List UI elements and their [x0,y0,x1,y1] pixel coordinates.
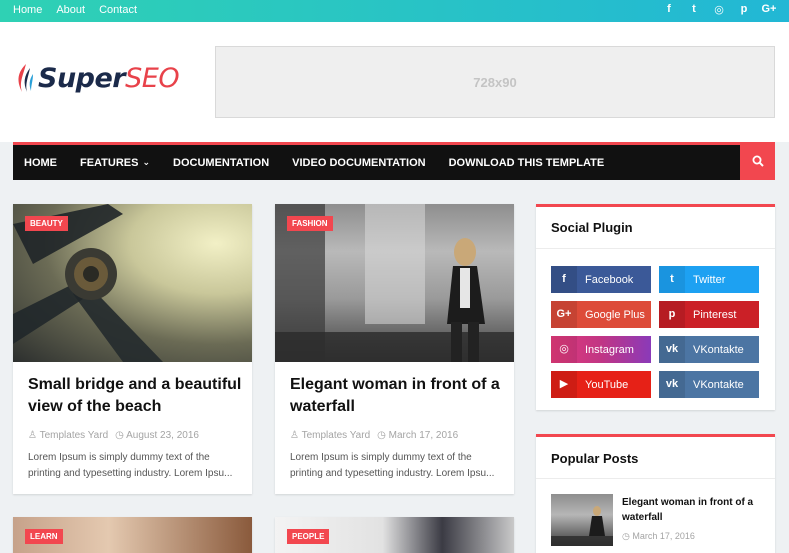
site-logo[interactable]: SuperSEO [14,62,180,94]
popular-posts-widget: Popular Posts Elegant woman in front of … [536,434,775,553]
post-excerpt: Lorem Ipsum is simply dummy text of the … [290,452,495,479]
instagram-button[interactable]: ◎ Instagram [551,336,651,363]
twitter-button[interactable]: t Twitter [659,266,759,293]
top-link-about[interactable]: About [56,4,85,16]
google-plus-icon: G+ [551,301,577,328]
post-card[interactable]: BEAUTY Small bridge and a beautiful view… [13,204,252,494]
post-card[interactable]: PEOPLE [275,517,514,553]
social-button-label: Facebook [585,273,634,286]
social-button-label: Twitter [693,273,726,286]
top-bar: Home About Contact f t ◎ p G+ [0,0,789,22]
facebook-icon[interactable]: f [661,3,677,16]
vkontakte-button[interactable]: vk VKontakte [659,371,759,398]
clock-icon: ◷ [622,531,630,541]
ad-banner[interactable]: 728x90 [215,46,775,118]
nav-item-home[interactable]: HOME [24,157,57,169]
vkontakte-icon: vk [659,336,685,363]
logo-text: SuperSEO [38,62,180,94]
clock-icon: ◷ [377,430,386,441]
post-author-name: Templates Yard [301,430,371,441]
top-link-contact[interactable]: Contact [99,4,137,16]
category-label[interactable]: BEAUTY [25,216,68,231]
nav-item-download-template[interactable]: DOWNLOAD THIS TEMPLATE [449,157,605,169]
search-icon [752,155,764,167]
search-button[interactable] [740,142,775,180]
nav-label: DOCUMENTATION [173,156,270,169]
social-button-label: YouTube [585,378,629,391]
instagram-icon: ◎ [551,336,577,363]
post-date: ◷ March 17, 2016 [377,430,458,441]
instagram-icon[interactable]: ◎ [711,3,727,16]
category-label[interactable]: FASHION [287,216,333,231]
nav-item-documentation[interactable]: DOCUMENTATION [173,157,269,169]
post-date: ◷ August 23, 2016 [115,430,199,441]
post-thumbnail[interactable]: BEAUTY [13,204,252,362]
post-author[interactable]: ♙ Templates Yard [28,430,108,441]
post-card[interactable]: LEARN [13,517,252,553]
nav-label: HOME [24,156,57,169]
google-plus-icon[interactable]: G+ [761,3,777,16]
popular-post-title[interactable]: Elegant woman in front of a waterfall [622,495,762,525]
popular-post-date-text: March 17, 2016 [632,531,695,541]
youtube-button[interactable]: ▶ YouTube [551,371,651,398]
nav-label: FEATURES [80,156,139,169]
post-thumbnail[interactable]: PEOPLE [275,517,514,553]
social-plugin-widget: Social Plugin f Facebook t Twitter G+ Go… [536,204,775,410]
widget-divider [536,248,775,249]
pinterest-icon[interactable]: p [736,3,752,16]
nav-item-features[interactable]: FEATURES ⌄ [80,157,150,169]
post-title[interactable]: Elegant woman in front of a waterfall [290,374,505,418]
nav-label: VIDEO DOCUMENTATION [292,156,426,169]
popular-post-thumbnail[interactable] [551,494,613,546]
post-thumbnail[interactable]: FASHION [275,204,514,362]
logo-super: Super [38,62,126,94]
nav-label: DOWNLOAD THIS TEMPLATE [448,156,605,169]
widget-title: Social Plugin [551,220,633,235]
social-button-label: Pinterest [693,308,737,321]
facebook-icon: f [551,266,577,293]
post-card[interactable]: FASHION Elegant woman in front of a wate… [275,204,514,494]
category-label[interactable]: LEARN [25,529,63,544]
top-links: Home About Contact [13,4,137,16]
chevron-down-icon: ⌄ [142,157,151,167]
facebook-button[interactable]: f Facebook [551,266,651,293]
post-title[interactable]: Small bridge and a beautiful view of the… [28,374,243,418]
logo-flame-icon [14,62,36,94]
widget-title: Popular Posts [551,451,639,466]
user-icon: ♙ [290,430,299,441]
social-button-label: Google Plus [585,308,645,321]
nav-item-video-documentation[interactable]: VIDEO DOCUMENTATION [292,157,425,169]
vkontakte-icon: vk [659,371,685,398]
social-button-label: VKontakte [693,343,744,356]
vkontakte-button[interactable]: vk VKontakte [659,336,759,363]
google-plus-button[interactable]: G+ Google Plus [551,301,651,328]
post-date-text: August 23, 2016 [126,430,199,441]
post-excerpt: Lorem Ipsum is simply dummy text of the … [28,452,233,479]
youtube-icon: ▶ [551,371,577,398]
logo-seo: SEO [125,62,180,94]
woman-waterfall-image [551,506,613,546]
main-nav: HOME FEATURES ⌄ DOCUMENTATION VIDEO DOCUM… [13,142,775,180]
post-thumbnail[interactable]: LEARN [13,517,252,553]
category-label[interactable]: PEOPLE [287,529,330,544]
pinterest-icon: p [659,301,685,328]
post-date-text: March 17, 2016 [388,430,459,441]
top-social-icons: f t ◎ p G+ [661,3,777,16]
social-button-label: VKontakte [693,378,744,391]
twitter-icon[interactable]: t [686,3,702,16]
widget-divider [536,478,775,479]
post-meta: ♙ Templates Yard ◷ March 17, 2016 [290,430,458,441]
user-icon: ♙ [28,430,37,441]
header: SuperSEO 728x90 [0,22,789,142]
twitter-icon: t [659,266,685,293]
post-author-name: Templates Yard [39,430,109,441]
popular-post-date: ◷ March 17, 2016 [622,531,695,542]
ad-size-label: 728x90 [473,74,517,90]
pinterest-button[interactable]: p Pinterest [659,301,759,328]
social-button-label: Instagram [585,343,634,356]
post-author[interactable]: ♙ Templates Yard [290,430,370,441]
post-meta: ♙ Templates Yard ◷ August 23, 2016 [28,430,199,441]
top-link-home[interactable]: Home [13,4,42,16]
clock-icon: ◷ [115,430,124,441]
